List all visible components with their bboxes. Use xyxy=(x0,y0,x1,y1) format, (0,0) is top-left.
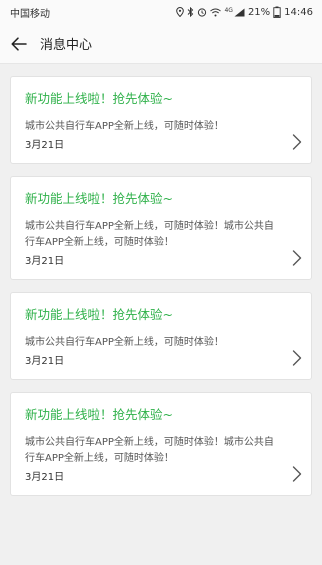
message-title: 新功能上线啦！抢先体验~ xyxy=(25,91,173,106)
message-card[interactable]: 新功能上线啦！抢先体验~ 城市公共自行车APP全新上线，可随时体验！ 3月21日 xyxy=(10,76,312,164)
bluetooth-icon xyxy=(188,7,194,17)
location-icon xyxy=(176,7,185,17)
carrier-label: 中国移动 xyxy=(10,8,50,20)
message-title: 新功能上线啦！抢先体验~ xyxy=(25,191,173,206)
chevron-right-icon xyxy=(292,466,302,482)
wifi-icon xyxy=(210,8,222,16)
battery-icon xyxy=(273,6,281,18)
message-body: 城市公共自行车APP全新上线，可随时体验！ xyxy=(25,121,224,132)
message-body: 城市公共自行车APP全新上线，可随时体验！城市公共自行车APP全新上线，可随时体… xyxy=(25,221,274,248)
chevron-right-icon xyxy=(292,350,302,366)
chevron-right-icon xyxy=(292,134,302,150)
message-title: 新功能上线啦！抢先体验~ xyxy=(25,407,173,422)
message-date: 3月21日 xyxy=(25,472,65,483)
clock-time: 14:46 xyxy=(284,6,313,18)
status-icons: 4G 21% 14:46 xyxy=(176,6,313,18)
message-body: 城市公共自行车APP全新上线，可随时体验！ xyxy=(25,337,224,348)
message-card[interactable]: 新功能上线啦！抢先体验~ 城市公共自行车APP全新上线，可随时体验！城市公共自行… xyxy=(10,176,312,280)
battery-percent: 21% xyxy=(247,6,271,18)
network-type-label: 4G xyxy=(224,7,233,14)
signal-icon xyxy=(234,8,245,16)
message-date: 3月21日 xyxy=(25,356,65,367)
message-card[interactable]: 新功能上线啦！抢先体验~ 城市公共自行车APP全新上线，可随时体验！ 3月21日 xyxy=(10,292,312,380)
alarm-icon xyxy=(198,8,207,17)
page-title: 消息中心 xyxy=(40,38,93,53)
back-button[interactable] xyxy=(1,24,37,64)
message-date: 3月21日 xyxy=(25,140,65,151)
message-title: 新功能上线啦！抢先体验~ xyxy=(25,307,173,322)
message-list: 新功能上线啦！抢先体验~ 城市公共自行车APP全新上线，可随时体验！ 3月21日… xyxy=(0,64,322,496)
message-body: 城市公共自行车APP全新上线，可随时体验！城市公共自行车APP全新上线，可随时体… xyxy=(25,437,274,464)
message-date: 3月21日 xyxy=(25,256,65,267)
arrow-left-icon xyxy=(11,36,27,51)
status-bar: 中国移动 4G 21% 14:46 xyxy=(0,0,322,24)
chevron-right-icon xyxy=(292,250,302,266)
nav-bar: 消息中心 xyxy=(0,24,322,64)
message-card[interactable]: 新功能上线啦！抢先体验~ 城市公共自行车APP全新上线，可随时体验！城市公共自行… xyxy=(10,392,312,496)
